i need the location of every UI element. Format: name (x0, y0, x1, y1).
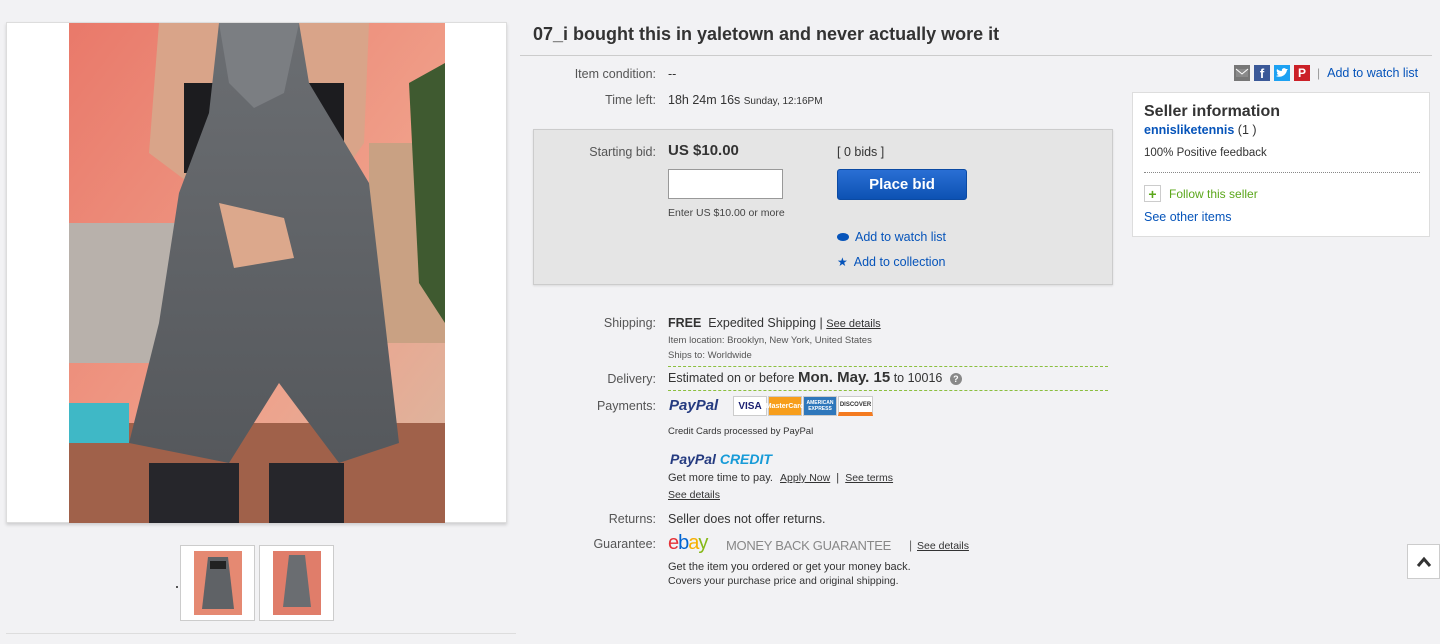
shipping-value: FREE Expedited Shipping | See details (668, 316, 881, 330)
time-left-value: 18h 24m 16s Sunday, 12:16PM (668, 93, 823, 107)
follow-seller-label: Follow this seller (1169, 186, 1258, 201)
shipping-free: FREE (668, 316, 702, 330)
ebay-logo-y: y (698, 532, 708, 554)
starting-bid-label: Starting bid: (589, 145, 656, 159)
seller-name-row: ennisliketennis (1 ) (1144, 123, 1257, 137)
guarantee-line-1: Get the item you ordered or get your mon… (668, 561, 911, 573)
seller-info-title: Seller information (1144, 103, 1281, 120)
help-icon[interactable]: ? (949, 373, 962, 385)
ships-to: Ships to: Worldwide (668, 350, 752, 361)
shipping-label: Shipping: (603, 316, 656, 330)
bid-hint: Enter US $10.00 or more (668, 207, 785, 219)
seller-score[interactable]: (1 ) (1238, 123, 1257, 137)
add-to-collection[interactable]: ★ Add to collection (837, 255, 946, 269)
amex-card-icon: AMERICAN EXPRESS (803, 396, 837, 416)
guarantee-details-link[interactable]: See details (917, 540, 969, 552)
ebay-logo: ebay (668, 532, 708, 555)
carousel-dot (176, 586, 178, 588)
twitter-icon[interactable] (1274, 65, 1290, 81)
delivery-label: Delivery: (607, 372, 656, 386)
watch-list-link[interactable]: Add to watch list (1327, 66, 1418, 80)
item-location: Item location: Brooklyn, New York, Unite… (668, 335, 872, 346)
bids-count-link[interactable]: [ 0 bids ] (837, 145, 884, 159)
ebay-logo-e: e (668, 532, 679, 554)
apply-now-link[interactable]: Apply Now (780, 472, 830, 484)
paypal-credit-sep: | (836, 472, 840, 484)
mastercard-icon: MasterCard (766, 396, 804, 416)
starting-bid-price: US $10.00 (668, 142, 739, 159)
time-left-label: Time left: (605, 93, 656, 107)
money-back-guarantee: MONEY BACK GUARANTEE (726, 538, 891, 553)
seller-info-panel: Seller information ennisliketennis (1 ) … (1132, 92, 1430, 237)
plus-icon: + (1144, 185, 1161, 202)
product-photo (69, 23, 445, 523)
title-divider (520, 55, 1432, 56)
delivery-suffix: to 10016 (893, 371, 943, 385)
delivery-divider-bottom (668, 390, 1108, 391)
share-bar: f P | Add to watch list (1234, 65, 1418, 81)
seller-divider (1144, 172, 1420, 173)
paypal-logo: PayPal (669, 397, 719, 414)
time-left-countdown: 18h 24m 16s (668, 93, 741, 107)
visa-card-icon: VISA (733, 396, 767, 416)
delivery-date: Mon. May. 15 (797, 369, 891, 386)
shipping-method: Expedited Shipping (708, 316, 817, 330)
returns-label: Returns: (608, 512, 656, 526)
card-note: Credit Cards processed by PayPal (668, 426, 814, 437)
seller-name-link[interactable]: ennisliketennis (1144, 123, 1234, 137)
place-bid-button[interactable]: Place bid (837, 169, 967, 200)
discover-card-icon: DISCOVER (838, 396, 873, 416)
follow-seller[interactable]: + Follow this seller (1144, 185, 1258, 202)
item-condition-value: -- (668, 67, 677, 81)
paypal-credit-word: CREDIT (719, 451, 772, 467)
paypal-credit-row: Get more time to pay. Apply Now | See te… (668, 472, 893, 484)
bid-amount-input[interactable] (668, 169, 783, 199)
shipping-sep: | (819, 316, 823, 330)
thumbnail-1[interactable] (180, 545, 255, 621)
ebay-logo-b: b (678, 532, 689, 554)
item-title: 07_i bought this in yaletown and never a… (533, 24, 1000, 44)
guarantee-line-2: Covers your purchase price and original … (668, 575, 899, 587)
time-left-end: Sunday, 12:16PM (743, 96, 823, 107)
payment-details-link[interactable]: See details (668, 489, 720, 501)
thumbnail-strip (180, 545, 334, 621)
back-to-top-button[interactable] (1407, 544, 1440, 579)
see-other-items-link[interactable]: See other items (1144, 210, 1232, 224)
ebay-logo-a: a (688, 532, 699, 554)
add-to-watch-list-label: Add to watch list (855, 230, 947, 244)
guarantee-label: Guarantee: (593, 537, 656, 551)
main-product-image[interactable] (6, 22, 507, 523)
facebook-icon[interactable]: f (1254, 65, 1270, 81)
thumbnail-2[interactable] (259, 545, 334, 621)
item-condition-label: Item condition: (574, 67, 656, 81)
paypal-credit-logo: PayPal CREDIT (670, 451, 772, 467)
shipping-details-link[interactable]: See details (826, 318, 880, 330)
returns-value: Seller does not offer returns. (668, 512, 826, 526)
guarantee-sep: | (909, 538, 913, 552)
email-icon[interactable] (1234, 65, 1250, 81)
payments-label: Payments: (596, 399, 656, 413)
divider (6, 633, 516, 634)
star-icon: ★ (837, 255, 848, 269)
share-separator: | (1317, 66, 1321, 80)
see-terms-link[interactable]: See terms (845, 472, 893, 484)
delivery-prefix: Estimated on or before (668, 371, 795, 385)
chevron-up-icon (1416, 556, 1431, 567)
eye-icon (837, 232, 849, 241)
seller-feedback: 100% Positive feedback (1144, 147, 1267, 159)
pinterest-icon[interactable]: P (1294, 65, 1310, 81)
delivery-value: Estimated on or before Mon. May. 15 to 1… (668, 369, 962, 386)
add-to-watch-list[interactable]: Add to watch list (837, 230, 946, 244)
paypal-credit-brand: PayPal (670, 451, 716, 467)
delivery-divider-top (668, 366, 1108, 367)
add-to-collection-label: Add to collection (853, 255, 946, 269)
paypal-credit-note: Get more time to pay. (668, 472, 773, 484)
